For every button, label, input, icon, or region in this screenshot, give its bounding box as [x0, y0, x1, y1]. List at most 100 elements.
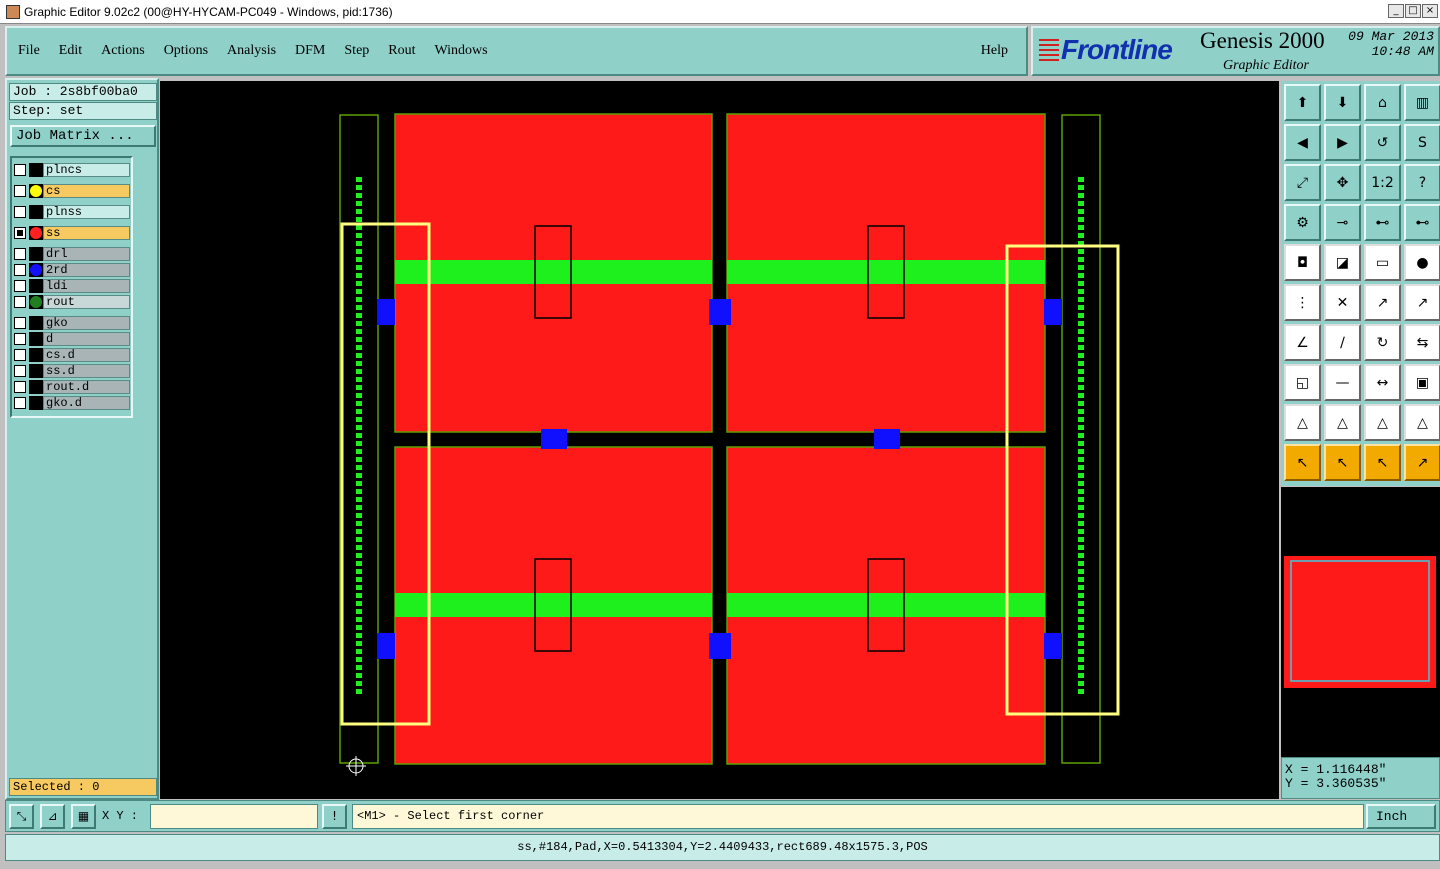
- layer-checkbox[interactable]: [14, 380, 26, 393]
- measure-icon[interactable]: ⊸: [1324, 204, 1361, 241]
- layer-color-swatch: [29, 379, 43, 394]
- split-view-icon[interactable]: ▥: [1404, 84, 1440, 121]
- graphic-canvas[interactable]: [160, 81, 1279, 799]
- layer-row-gko[interactable]: gko: [14, 315, 130, 330]
- triangle-d-icon[interactable]: △: [1404, 404, 1440, 441]
- menu-file[interactable]: File: [10, 43, 48, 59]
- rail-dot: [356, 225, 362, 230]
- line-blue-icon[interactable]: ∕: [1324, 324, 1361, 361]
- xy-input[interactable]: [150, 804, 318, 829]
- layer-checkbox[interactable]: [14, 184, 26, 197]
- pan-right-icon[interactable]: ▶: [1324, 124, 1361, 161]
- net-red-icon[interactable]: ⊷: [1404, 204, 1440, 241]
- snap-mode-icon[interactable]: ⤡: [9, 804, 34, 829]
- layer-checkbox[interactable]: [14, 396, 26, 409]
- zoom-home-icon[interactable]: ⬆: [1284, 84, 1321, 121]
- layer-checkbox[interactable]: [14, 295, 26, 308]
- job-matrix-button[interactable]: Job Matrix ...: [10, 125, 156, 147]
- menu-dfm[interactable]: DFM: [287, 43, 333, 59]
- alert-icon[interactable]: !: [322, 804, 347, 829]
- rail-dot: [356, 289, 362, 294]
- pad-icon[interactable]: ◘: [1284, 244, 1321, 281]
- home-icon[interactable]: ⌂: [1364, 84, 1401, 121]
- layer-row-rout[interactable]: rout: [14, 294, 130, 309]
- layer-row-gko-d[interactable]: gko.d: [14, 395, 130, 410]
- close-button[interactable]: ×: [1422, 4, 1438, 18]
- layer-row-d[interactable]: d: [14, 331, 130, 346]
- menu-actions[interactable]: Actions: [93, 43, 153, 59]
- menu-step[interactable]: Step: [336, 43, 377, 59]
- pan-left-icon[interactable]: ◀: [1284, 124, 1321, 161]
- feature-icon[interactable]: ◪: [1324, 244, 1361, 281]
- layer-row-drl[interactable]: drl: [14, 246, 130, 261]
- compare-icon[interactable]: ⇆: [1404, 324, 1440, 361]
- pointer-circle-icon[interactable]: ↖: [1364, 444, 1401, 481]
- copy-icon[interactable]: ↗: [1404, 284, 1440, 321]
- zoom-out-icon[interactable]: ⬇: [1324, 84, 1361, 121]
- maximize-button[interactable]: □: [1405, 4, 1421, 18]
- layer-checkbox[interactable]: [14, 332, 26, 345]
- layer-row-rout-d[interactable]: rout.d: [14, 379, 130, 394]
- layer-row-plnss[interactable]: plnss: [14, 204, 130, 219]
- layer-row-2rd[interactable]: 2rd: [14, 262, 130, 277]
- layer-checkbox[interactable]: [14, 263, 26, 276]
- layer-row-ss-d[interactable]: ss.d: [14, 363, 130, 378]
- bracket-icon[interactable]: ↔: [1364, 364, 1401, 401]
- minimize-button[interactable]: _: [1388, 4, 1404, 18]
- layer-checkbox[interactable]: [14, 163, 26, 176]
- triangle-c-icon[interactable]: △: [1364, 404, 1401, 441]
- compare-glyph: ⇆: [1416, 334, 1429, 351]
- pcb-drawing[interactable]: [160, 81, 1279, 799]
- snap-angle-icon[interactable]: ⊿: [40, 804, 65, 829]
- snap-icon[interactable]: S: [1404, 124, 1440, 161]
- pointer-route-icon[interactable]: ↗: [1404, 444, 1440, 481]
- line-icon[interactable]: —: [1324, 364, 1361, 401]
- menu-windows[interactable]: Windows: [427, 43, 496, 59]
- layer-checkbox[interactable]: [14, 364, 26, 377]
- layer-row-cs-d[interactable]: cs.d: [14, 347, 130, 362]
- menu-rout[interactable]: Rout: [380, 43, 423, 59]
- grid-icon[interactable]: ▣: [1404, 364, 1440, 401]
- layer-checkbox[interactable]: [14, 205, 26, 218]
- rail-dot: [356, 329, 362, 334]
- rail-dot: [1078, 601, 1084, 606]
- ruler-icon[interactable]: ▭: [1364, 244, 1401, 281]
- green-strip-3: [395, 593, 712, 617]
- pointer-icon[interactable]: ↖: [1284, 444, 1321, 481]
- snap-glyph: S: [1418, 134, 1427, 151]
- menu-analysis[interactable]: Analysis: [219, 43, 284, 59]
- line-red-icon[interactable]: ∠: [1284, 324, 1321, 361]
- overview-preview[interactable]: [1281, 487, 1440, 757]
- undo-glyph: ↺: [1376, 134, 1389, 151]
- triangle-b-icon[interactable]: △: [1324, 404, 1361, 441]
- settings-icon[interactable]: ⚙: [1284, 204, 1321, 241]
- layer-checkbox[interactable]: [14, 316, 26, 329]
- arc-icon[interactable]: ↻: [1364, 324, 1401, 361]
- layer-row-plncs[interactable]: plncs: [14, 162, 130, 177]
- pointer-select-icon[interactable]: ↖: [1324, 444, 1361, 481]
- cross-icon[interactable]: ✕: [1324, 284, 1361, 321]
- layer-row-cs[interactable]: cs: [14, 183, 130, 198]
- undo-icon[interactable]: ↺: [1364, 124, 1401, 161]
- fit-icon[interactable]: ⤢: [1284, 164, 1321, 201]
- layer-checkbox[interactable]: [14, 279, 26, 292]
- menu-help[interactable]: Help: [973, 43, 1016, 59]
- move-icon[interactable]: ↗: [1364, 284, 1401, 321]
- net-icon[interactable]: ⊷: [1364, 204, 1401, 241]
- connect-icon[interactable]: ⋮: [1284, 284, 1321, 321]
- layer-checkbox[interactable]: [14, 226, 26, 239]
- grid-icon[interactable]: ▦: [71, 804, 96, 829]
- help-icon[interactable]: ?: [1404, 164, 1440, 201]
- one-to-two-icon[interactable]: 1:2: [1364, 164, 1401, 201]
- node-icon[interactable]: ◱: [1284, 364, 1321, 401]
- triangle-a-icon[interactable]: △: [1284, 404, 1321, 441]
- layer-checkbox[interactable]: [14, 348, 26, 361]
- layer-row-ldi[interactable]: ldi: [14, 278, 130, 293]
- unit-select[interactable]: Inch: [1366, 804, 1436, 829]
- drill-icon[interactable]: ●: [1404, 244, 1440, 281]
- layer-row-ss[interactable]: ss: [14, 225, 130, 240]
- zoom-fit-icon[interactable]: ✥: [1324, 164, 1361, 201]
- layer-checkbox[interactable]: [14, 247, 26, 260]
- menu-options[interactable]: Options: [156, 43, 216, 59]
- menu-edit[interactable]: Edit: [51, 43, 90, 59]
